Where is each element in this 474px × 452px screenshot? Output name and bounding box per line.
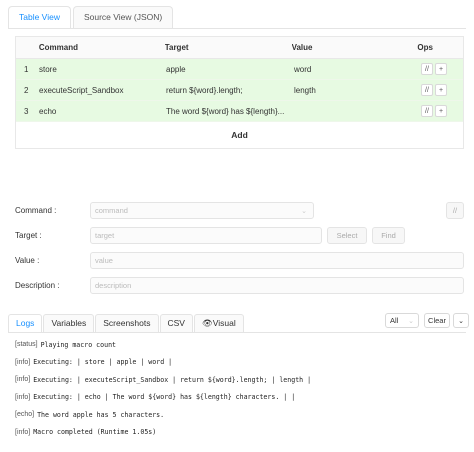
row-target: apple [166, 64, 186, 74]
log-text: Macro completed (Runtime 1.05s) [33, 428, 157, 437]
table-row[interactable]: 1 store apple word // + [16, 59, 463, 80]
eye-icon: 👁 [201, 318, 213, 328]
row-index: 2 [24, 85, 29, 95]
log-filter-select[interactable]: All ⌄ [385, 313, 419, 328]
log-tabs: Logs Variables Screenshots CSV 👁Visual [8, 314, 245, 332]
clear-logs-button[interactable]: Clear [424, 313, 450, 328]
chevron-down-icon: ⌄ [301, 207, 307, 215]
value-label: Value : [15, 256, 40, 265]
description-label: Description : [15, 281, 60, 290]
table-header: Command Target Value Ops [16, 37, 463, 59]
row-ops: // + [421, 84, 463, 96]
log-type: [info] [15, 358, 31, 366]
tab-visual[interactable]: 👁Visual [193, 314, 244, 332]
editor-tabs: Table View Source View (JSON) [8, 6, 175, 28]
comment-toggle-button[interactable]: // [446, 202, 464, 219]
header-target: Target [164, 43, 189, 52]
table-row[interactable]: 2 executeScript_Sandbox return ${word}.l… [16, 80, 463, 101]
command-select[interactable]: command ⌄ [90, 202, 314, 219]
tab-source-view[interactable]: Source View (JSON) [72, 6, 174, 28]
log-text: Executing: | executeScript_Sandbox | ret… [33, 375, 312, 384]
row-command: echo [39, 106, 57, 116]
log-entry: [echo] The word apple has 5 characters. [15, 406, 464, 424]
row-value: word [294, 64, 312, 74]
tab-csv[interactable]: CSV [159, 314, 193, 332]
value-input[interactable]: value [90, 252, 464, 269]
log-menu-button[interactable]: ⌄ [453, 313, 469, 328]
log-tabs-divider [8, 332, 466, 333]
target-label: Target : [15, 231, 42, 240]
log-type: [status] [15, 341, 38, 349]
row-index: 1 [24, 64, 29, 74]
target-row: Target : target Select Find [15, 227, 405, 244]
log-output: [status] Playing macro count [info] Exec… [15, 336, 464, 441]
row-ops: // + [421, 63, 463, 75]
command-table: Command Target Value Ops 1 store apple w… [15, 36, 464, 149]
log-entry: [info] Executing: | store | apple | word… [15, 354, 464, 372]
header-value: Value [291, 43, 313, 52]
comment-button[interactable]: // [421, 84, 433, 96]
description-input[interactable]: description [90, 277, 464, 294]
command-placeholder: command [95, 206, 128, 215]
row-command: executeScript_Sandbox [39, 85, 124, 95]
row-value: length [294, 85, 316, 95]
select-button[interactable]: Select [327, 227, 367, 244]
target-input[interactable]: target [90, 227, 322, 244]
log-entry: [info] Macro completed (Runtime 1.05s) [15, 424, 464, 442]
row-target: return ${word}.length; [166, 85, 243, 95]
find-button[interactable]: Find [372, 227, 405, 244]
tab-variables[interactable]: Variables [43, 314, 95, 332]
row-ops: // + [421, 105, 463, 117]
header-ops: Ops [417, 43, 433, 52]
row-target: The word ${word} has ${length}... [166, 106, 285, 116]
tab-screenshots[interactable]: Screenshots [95, 314, 159, 332]
log-entry: [info] Executing: | echo | The word ${wo… [15, 389, 464, 407]
command-row: Command : command ⌄ // [15, 202, 464, 219]
row-command: store [39, 64, 57, 74]
header-command: Command [38, 43, 78, 52]
log-type: [info] [15, 376, 31, 384]
log-entry: [info] Executing: | executeScript_Sandbo… [15, 371, 464, 389]
log-text: Playing macro count [40, 340, 117, 349]
tab-logs[interactable]: Logs [8, 314, 43, 332]
value-row: Value : value [15, 252, 464, 269]
insert-button[interactable]: + [435, 63, 447, 75]
log-entry: [status] Playing macro count [15, 336, 464, 354]
add-command-button[interactable]: Add [16, 122, 463, 148]
insert-button[interactable]: + [435, 105, 447, 117]
log-text: Executing: | store | apple | word | [33, 358, 173, 367]
log-type: [echo] [15, 411, 35, 419]
table-row[interactable]: 3 echo The word ${word} has ${length}...… [16, 101, 463, 122]
comment-button[interactable]: // [421, 105, 433, 117]
chevron-down-icon: ⌄ [458, 317, 464, 325]
tabs-divider [8, 28, 466, 29]
tab-table-view[interactable]: Table View [8, 6, 71, 28]
log-type: [info] [15, 428, 31, 436]
tab-visual-label: Visual [212, 318, 236, 328]
log-text: The word apple has 5 characters. [37, 410, 165, 419]
row-index: 3 [24, 106, 29, 116]
log-filter-value: All [390, 316, 399, 325]
insert-button[interactable]: + [435, 84, 447, 96]
chevron-down-icon: ⌄ [408, 317, 414, 325]
log-text: Executing: | echo | The word ${word} has… [33, 393, 296, 402]
comment-button[interactable]: // [421, 63, 433, 75]
log-type: [info] [15, 393, 31, 401]
description-row: Description : description [15, 277, 464, 294]
command-label: Command : [15, 206, 57, 215]
